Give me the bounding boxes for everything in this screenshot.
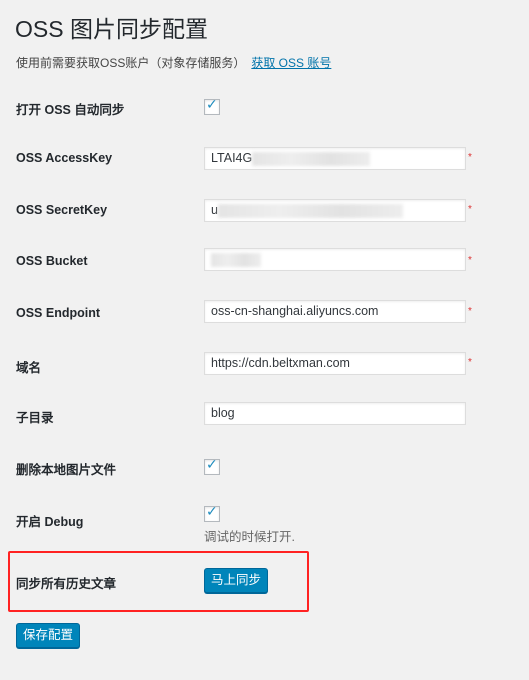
required-marker: * xyxy=(468,204,472,215)
required-marker: * xyxy=(468,255,472,266)
save-config-button[interactable]: 保存配置 xyxy=(16,623,80,648)
secret-key-input[interactable]: u xyxy=(204,199,466,222)
endpoint-input[interactable]: oss-cn-shanghai.aliyuncs.com xyxy=(204,300,466,323)
check-icon: ✓ xyxy=(206,456,218,472)
sync-now-button[interactable]: 马上同步 xyxy=(204,568,268,593)
delete-local-checkbox[interactable]: ✓ xyxy=(204,456,220,475)
get-oss-account-link[interactable]: 获取 OSS 账号 xyxy=(251,56,331,70)
delete-local-label: 删除本地图片文件 xyxy=(16,463,117,477)
debug-description: 调试的时候打开. xyxy=(204,530,295,544)
page-title: OSS 图片同步配置 xyxy=(15,16,208,42)
required-marker: * xyxy=(468,306,472,317)
auto-sync-label: 打开 OSS 自动同步 xyxy=(16,103,125,117)
required-marker: * xyxy=(468,152,472,163)
secret-key-label: OSS SecretKey xyxy=(16,203,108,217)
subdir-input[interactable]: blog xyxy=(204,402,466,425)
sync-history-label: 同步所有历史文章 xyxy=(16,577,117,591)
subdir-label: 子目录 xyxy=(16,411,54,425)
debug-checkbox[interactable]: ✓ xyxy=(204,503,220,522)
bucket-label: OSS Bucket xyxy=(16,254,88,268)
check-icon: ✓ xyxy=(206,96,218,112)
bucket-input[interactable] xyxy=(204,248,466,271)
domain-input[interactable]: https://cdn.beltxman.com xyxy=(204,352,466,375)
required-marker: * xyxy=(468,357,472,368)
check-icon: ✓ xyxy=(206,503,218,519)
access-key-input[interactable]: LTAI4G xyxy=(204,147,466,170)
auto-sync-checkbox[interactable]: ✓ xyxy=(204,96,220,115)
intro-text: 使用前需要获取OSS账户（对象存储服务） xyxy=(16,56,246,70)
domain-label: 域名 xyxy=(16,361,42,375)
access-key-label: OSS AccessKey xyxy=(16,151,113,165)
endpoint-label: OSS Endpoint xyxy=(16,306,101,320)
intro: 使用前需要获取OSS账户（对象存储服务） 获取 OSS 账号 xyxy=(16,54,331,71)
debug-label: 开启 Debug xyxy=(16,515,84,529)
